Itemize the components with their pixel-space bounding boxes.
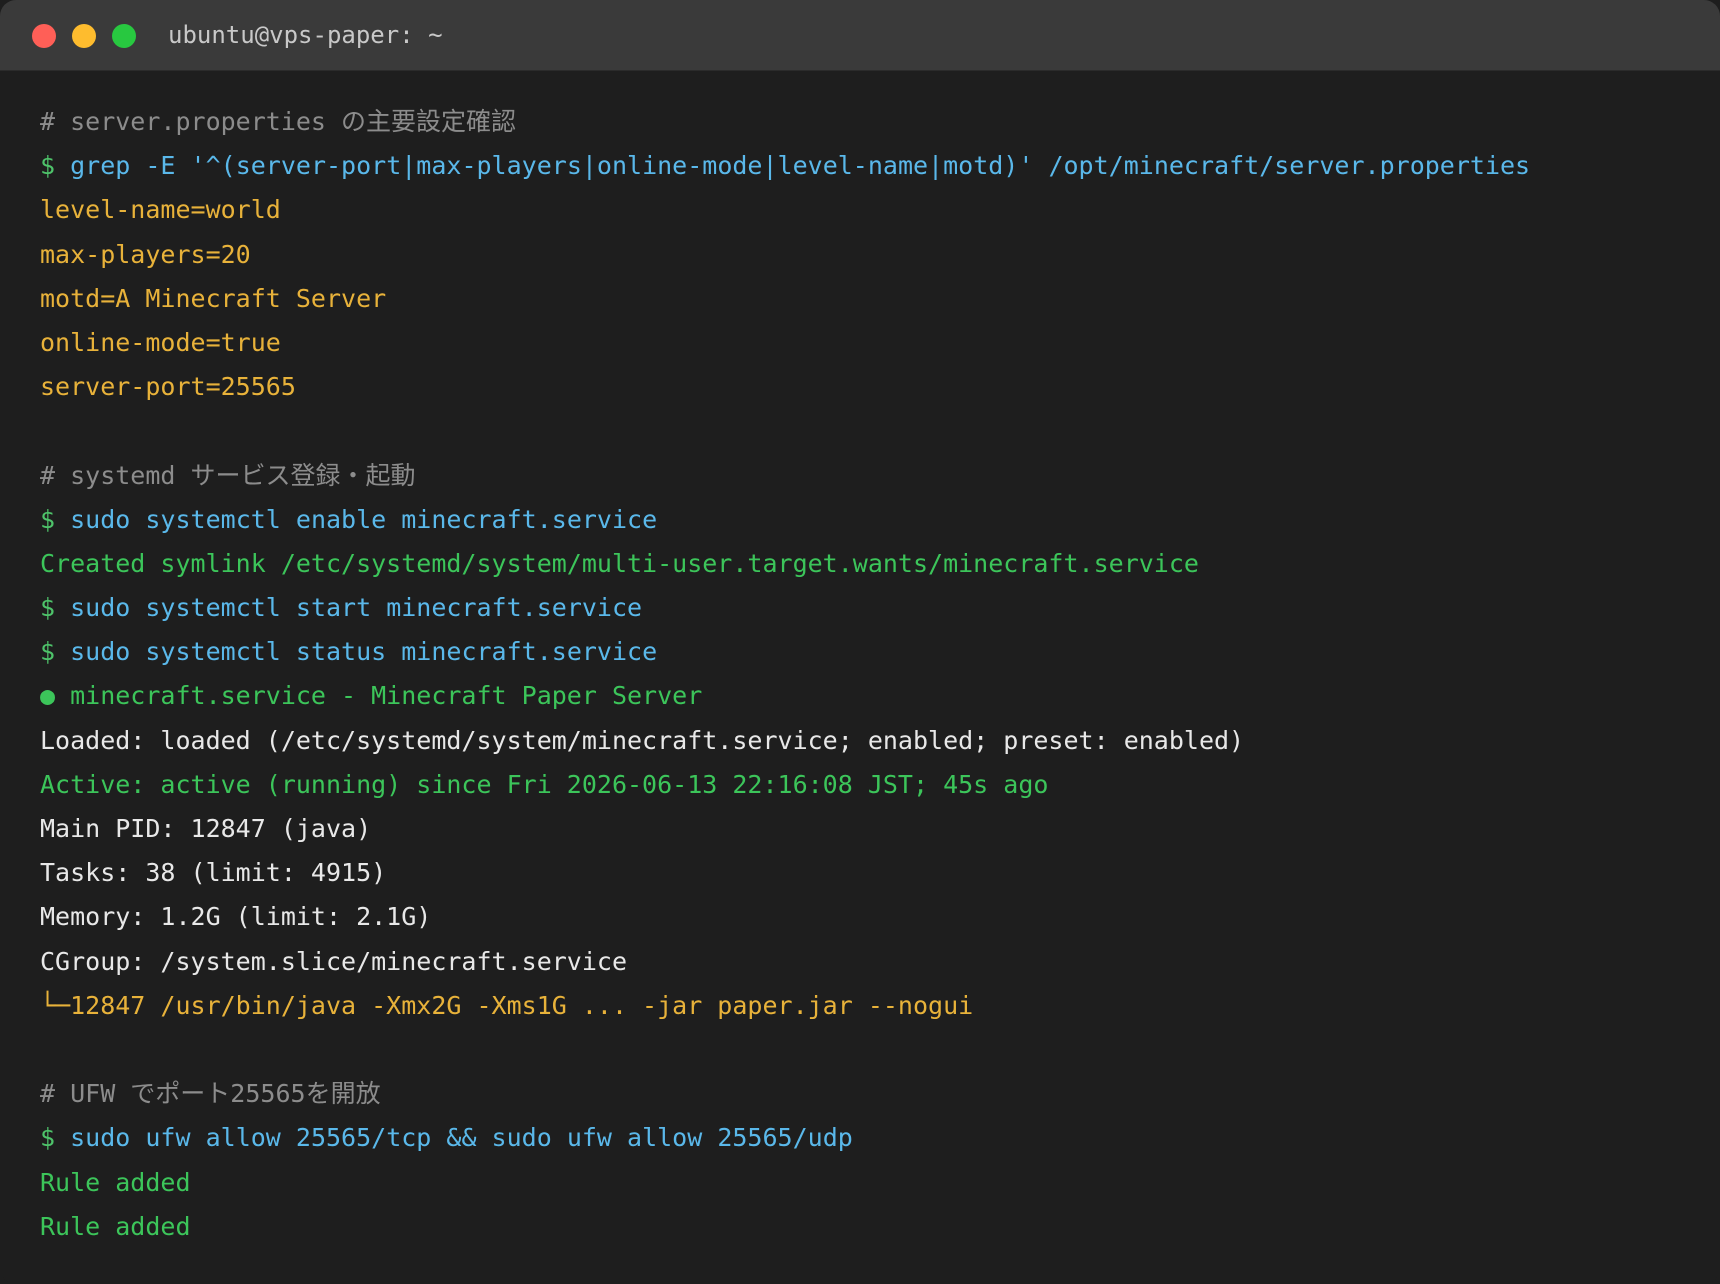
command-line: $ sudo systemctl enable minecraft.servic… <box>40 498 1700 542</box>
terminal-output[interactable]: # server.properties の主要設定確認 $ grep -E '^… <box>40 100 1700 1249</box>
status-main-pid: Main PID: 12847 (java) <box>40 814 372 843</box>
status-memory: Memory: 1.2G (limit: 2.1G) <box>40 902 432 932</box>
comment-line: # systemd サービス登録・起動 <box>40 460 416 490</box>
command-text: sudo systemctl status minecraft.service <box>70 637 658 667</box>
status-process: └─12847 /usr/bin/java -Xmx2G -Xms1G ... … <box>40 990 974 1020</box>
output-line: Rule added <box>40 1167 191 1197</box>
prompt-symbol: $ <box>40 637 56 667</box>
prompt-symbol: $ <box>40 504 56 534</box>
window-title: ubuntu@vps-paper: ~ <box>168 21 443 49</box>
output-line: online-mode=true <box>40 327 281 357</box>
terminal-window: ubuntu@vps-paper: ~ # server.properties … <box>0 0 1720 1284</box>
output-line: Created symlink /etc/systemd/system/mult… <box>40 548 1199 578</box>
status-active: Active: active (running) since Fri 2026-… <box>40 769 1049 799</box>
command-line: $ grep -E '^(server-port|max-players|onl… <box>40 144 1700 188</box>
command-line: $ sudo ufw allow 25565/tcp && sudo ufw a… <box>40 1116 1700 1160</box>
status-tasks: Tasks: 38 (limit: 4915) <box>40 858 387 888</box>
comment-line: # UFW でポート25565を開放 <box>40 1079 381 1109</box>
minimize-button[interactable] <box>72 24 96 48</box>
title-bar: ubuntu@vps-paper: ~ <box>0 0 1720 71</box>
close-button[interactable] <box>32 24 56 48</box>
prompt-symbol: $ <box>40 593 56 623</box>
output-line: motd=A Minecraft Server <box>40 283 387 313</box>
prompt-symbol: $ <box>40 151 56 181</box>
command-text: sudo ufw allow 25565/tcp && sudo ufw all… <box>70 1123 853 1153</box>
command-text: grep -E '^(server-port|max-players|onlin… <box>70 151 1531 181</box>
status-title: ● minecraft.service - Minecraft Paper Se… <box>40 681 703 711</box>
command-line: $ sudo systemctl start minecraft.service <box>40 586 1700 630</box>
command-line: $ sudo systemctl status minecraft.servic… <box>40 630 1700 674</box>
status-loaded: Loaded: loaded (/etc/systemd/system/mine… <box>40 725 1245 755</box>
maximize-button[interactable] <box>112 24 136 48</box>
output-line: Rule added <box>40 1211 191 1241</box>
command-text: sudo systemctl start minecraft.service <box>70 593 643 623</box>
output-line: server-port=25565 <box>40 372 296 402</box>
status-cgroup: CGroup: /system.slice/minecraft.service <box>40 946 627 976</box>
command-text: sudo systemctl enable minecraft.service <box>70 504 658 534</box>
prompt-symbol: $ <box>40 1123 56 1153</box>
comment-line: # server.properties の主要設定確認 <box>40 107 517 136</box>
output-line: max-players=20 <box>40 239 251 269</box>
output-line: level-name=world <box>40 195 281 225</box>
